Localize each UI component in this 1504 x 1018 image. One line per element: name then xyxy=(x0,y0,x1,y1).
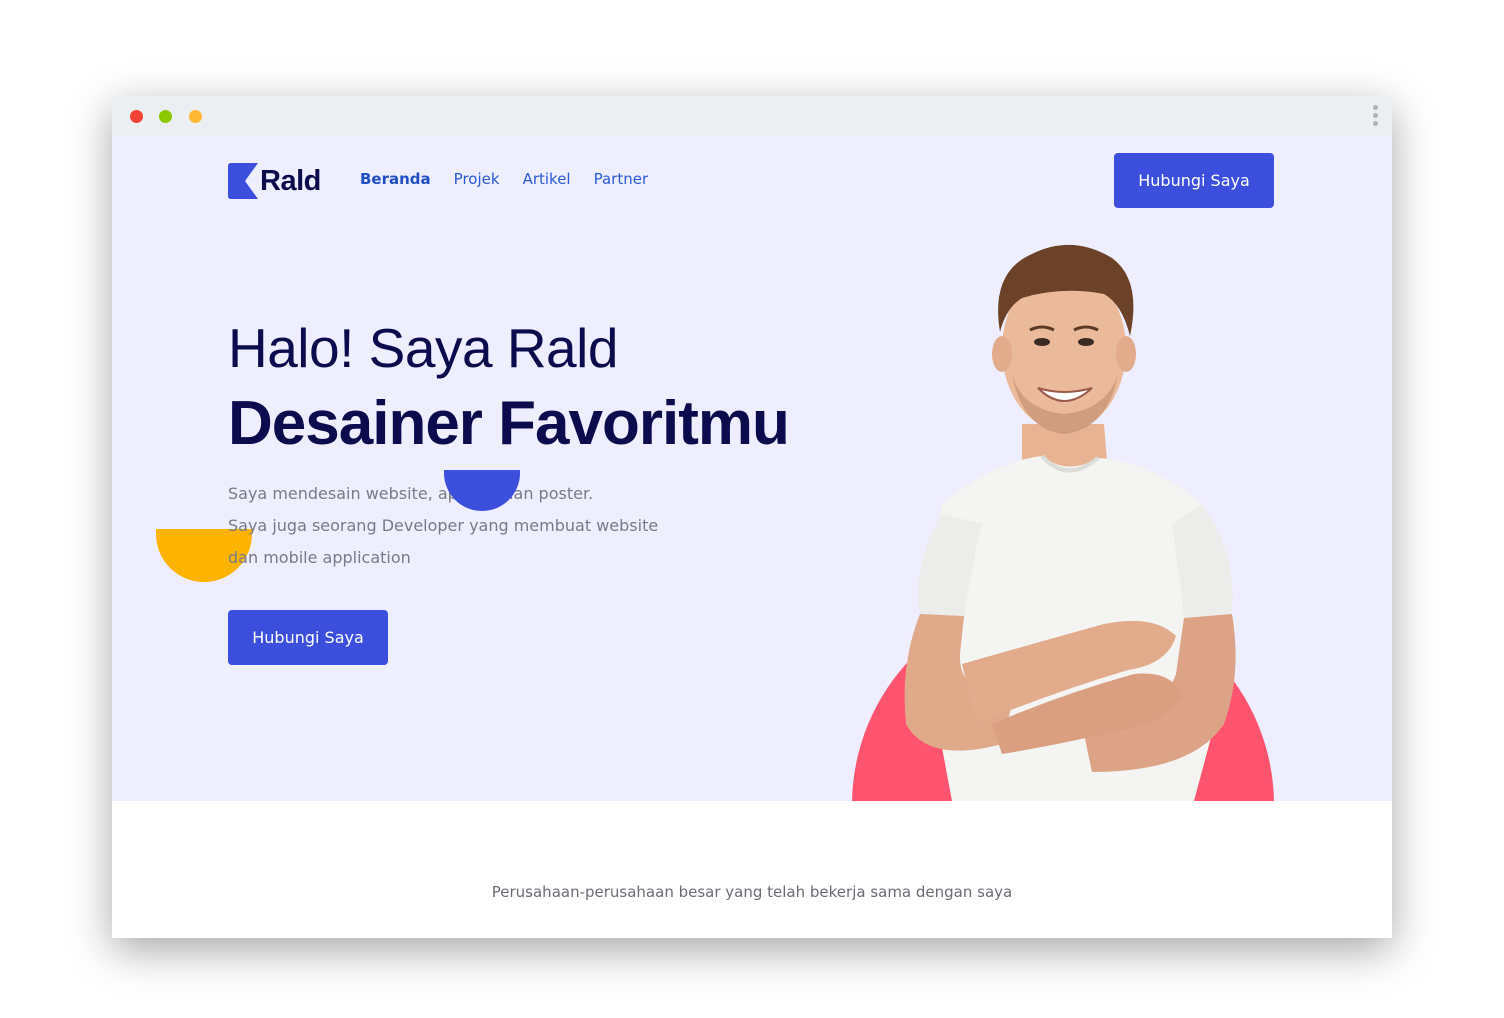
browser-window: Rald Beranda Projek Artikel Partner Hubu… xyxy=(112,96,1392,938)
vertical-dots-icon[interactable] xyxy=(1373,105,1379,129)
nav-item-projek[interactable]: Projek xyxy=(454,170,500,188)
header-contact-button[interactable]: Hubungi Saya xyxy=(1114,153,1274,208)
partners-heading: Perusahaan-perusahaan besar yang telah b… xyxy=(491,883,1013,901)
nav-item-beranda[interactable]: Beranda xyxy=(360,170,431,188)
maximize-window-button[interactable] xyxy=(189,110,202,123)
minimize-window-button[interactable] xyxy=(159,110,172,123)
hero-description: Saya mendesain website, aplikasi dan pos… xyxy=(228,478,658,574)
close-window-button[interactable] xyxy=(130,110,143,123)
hero-portrait-image xyxy=(904,244,1236,801)
main-nav: Beranda Projek Artikel Partner xyxy=(360,170,648,188)
nav-item-artikel[interactable]: Artikel xyxy=(523,170,571,188)
chevron-k-logo-icon xyxy=(228,163,258,199)
window-titlebar xyxy=(112,96,1392,136)
nav-item-partner[interactable]: Partner xyxy=(594,170,649,188)
hero-contact-button[interactable]: Hubungi Saya xyxy=(228,610,388,665)
description-line-1: Saya mendesain website, aplikasi dan pos… xyxy=(228,484,594,503)
brand-name: Rald xyxy=(260,164,321,197)
hero-headline: Desainer Favoritmu xyxy=(228,389,790,458)
brand-logo[interactable]: Rald xyxy=(228,163,321,199)
hero-greeting: Halo! Saya Rald xyxy=(228,317,618,379)
hero-section: Rald Beranda Projek Artikel Partner Hubu… xyxy=(112,136,1392,801)
description-line-2: Saya juga seorang Developer yang membuat… xyxy=(228,516,659,535)
description-line-3: dan mobile application xyxy=(228,548,411,567)
